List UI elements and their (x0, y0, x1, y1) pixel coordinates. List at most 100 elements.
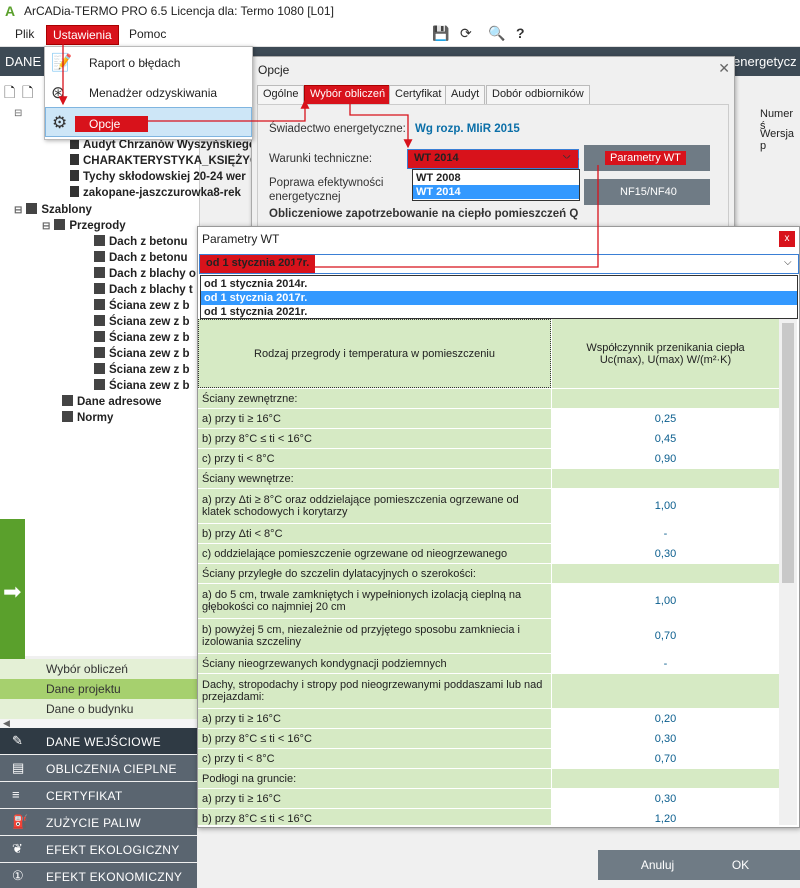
tree-item[interactable]: Dach z betonu (94, 235, 188, 248)
row-value[interactable]: 0,45 (552, 429, 779, 448)
row-value[interactable]: 0,90 (552, 449, 779, 468)
title-bar: A ArCADia-TERMO PRO 6.5 Licencja dla: Te… (0, 0, 800, 22)
nav-zuzycie-paliw[interactable]: ⛽ ZUŻYCIE PALIW (0, 809, 197, 835)
table-row: b) przy Δti < 8°C - (198, 524, 779, 544)
nav-dane-wejsciowe[interactable]: ✎ DANE WEJŚCIOWE (0, 728, 197, 754)
table-section-row: Dachy, stropodachy i stropy pod nieogrze… (198, 674, 779, 709)
warunki-select[interactable]: WT 2014 ⌵ (407, 149, 579, 169)
tree-item[interactable]: Ściana zew z b (94, 299, 190, 312)
row-label: Ściany wewnętrze: (198, 469, 551, 488)
close-icon[interactable]: x (779, 231, 795, 247)
option-wt2008[interactable]: WT 2008 (413, 171, 579, 185)
expand-panel-button[interactable]: ➡ (0, 519, 25, 667)
arrow-right-icon: ➡ (3, 579, 22, 604)
nav-certyfikat[interactable]: ≡ CERTYFIKAT (0, 782, 197, 808)
new-document-icon[interactable]: 🗋 (4, 82, 15, 106)
table-row: Ściany nieogrzewanych kondygnacji podzie… (198, 654, 779, 674)
parametry-wt-button[interactable]: Parametry WT (584, 145, 710, 171)
tree-item[interactable]: Ściana zew z b (94, 347, 190, 360)
tree-item[interactable]: Tychy skłodowskiej 20-24 wer (70, 170, 246, 183)
row-value[interactable]: 1,20 (552, 809, 779, 825)
opcje-dialog: Opcje ✕ Ogólne Wybór obliczeń Certyfikat… (251, 56, 735, 238)
ok-button[interactable]: OK (681, 850, 800, 880)
menu-item-raport[interactable]: 📝 Raport o błędach (45, 48, 250, 76)
row-value[interactable]: 0,30 (552, 544, 779, 563)
tree-item[interactable]: Dach z blachy o (94, 267, 196, 280)
menu-pomoc[interactable]: Pomoc (124, 26, 171, 42)
tree-node-szablony[interactable]: ⊟ Szablony (14, 203, 92, 216)
fuel-icon: ⛽ (12, 814, 29, 829)
menu-item-menadzer[interactable]: ⊛ Menadżer odzyskiwania (45, 78, 250, 106)
tree-item[interactable]: Ściana zew z b (94, 331, 190, 344)
tree-item[interactable]: Ściana zew z b (94, 379, 190, 392)
poprawa-label-line1: Poprawa efektywności (269, 177, 384, 189)
help-icon[interactable]: ? (516, 25, 525, 41)
tree-item[interactable]: Ściana zew z b (94, 315, 190, 328)
report-icon: 📝 (51, 53, 73, 72)
wall-icon (94, 363, 105, 374)
row-label: Podłogi na gruncie: (198, 769, 551, 788)
nav-efekt-ekologiczny[interactable]: ❦ EFEKT EKOLOGICZNY (0, 836, 197, 862)
collapse-icon[interactable]: ⊟ (14, 108, 22, 119)
preview-icon[interactable]: 🔍 (488, 25, 505, 42)
tree-node-dane-adresowe[interactable]: Dane adresowe (62, 395, 161, 408)
row-value (552, 469, 779, 488)
tree-node-przegrody[interactable]: ⊟ Przegrody (42, 219, 126, 232)
menu-ustawienia[interactable]: Ustawienia (46, 25, 119, 45)
row-value[interactable]: - (552, 654, 779, 673)
nav-obliczenia-cieplne[interactable]: ▤ OBLICZENIA CIEPLNE (0, 755, 197, 781)
wall-icon (94, 299, 105, 310)
menu-item-opcje[interactable]: ⚙ Opcje (45, 107, 252, 137)
option-2021[interactable]: od 1 stycznia 2021r. (201, 305, 797, 319)
close-icon[interactable]: ✕ (718, 60, 730, 77)
row-value[interactable]: 1,00 (552, 584, 779, 618)
save-icon[interactable]: 💾 (432, 25, 449, 42)
refresh-icon[interactable]: ⟳ (460, 25, 472, 42)
row-value (552, 564, 779, 583)
warunki-select-value: WT 2014 (414, 152, 459, 164)
subnav-wybor-obliczen[interactable]: Wybór obliczeń (0, 659, 197, 679)
tree-item[interactable]: Ściana zew z b (94, 363, 190, 376)
row-label: b) przy 8°C ≤ ti < 16°C (198, 809, 551, 825)
row-value[interactable]: 0,70 (552, 749, 779, 768)
table-row: c) przy ti < 8°C 0,90 (198, 449, 779, 469)
row-value[interactable]: 0,25 (552, 409, 779, 428)
subnav-dane-o-budynku[interactable]: Dane o budynku (0, 699, 197, 719)
open-document-icon[interactable]: 🗋 (22, 82, 33, 106)
norms-icon (62, 411, 73, 422)
tree-item[interactable]: CHARAKTERYSTYKA_KSIĘŻYCO (70, 154, 267, 167)
period-select[interactable]: od 1 stycznia 2017r. ⌵ (199, 254, 799, 274)
nf15-nf40-button[interactable]: NF15/NF40 (584, 179, 710, 205)
collapse-icon[interactable]: ⊟ (14, 205, 22, 216)
wall-icon (94, 235, 105, 246)
option-2014[interactable]: od 1 stycznia 2014r. (201, 277, 797, 291)
nav-efekt-ekonomiczny[interactable]: ① EFEKT EKONOMICZNY (0, 863, 197, 888)
row-value[interactable]: 0,30 (552, 729, 779, 748)
wersja-label: Wersja p (760, 128, 795, 152)
tree-item[interactable]: Dach z blachy t (94, 283, 193, 296)
menu-plik[interactable]: Plik (10, 26, 39, 42)
option-wt2014[interactable]: WT 2014 (413, 185, 579, 199)
row-label: b) przy 8°C ≤ ti < 16°C (198, 729, 551, 748)
wall-icon (94, 315, 105, 326)
row-value[interactable]: 0,30 (552, 789, 779, 808)
scrollbar-thumb[interactable] (782, 323, 794, 583)
row-value[interactable]: 0,70 (552, 619, 779, 653)
document-icon (70, 170, 79, 181)
row-value[interactable]: - (552, 524, 779, 543)
tree-item[interactable]: Dach z betonu (94, 251, 188, 264)
collapse-icon[interactable]: ⊟ (42, 221, 50, 232)
subnav-dane-projektu[interactable]: Dane projektu (0, 679, 197, 699)
warunki-label: Warunki techniczne: (269, 153, 373, 165)
calculation-icon: ▤ (12, 760, 25, 775)
tree-item[interactable]: zakopane-jaszczurowka8-rek (70, 186, 241, 199)
wall-icon (94, 379, 105, 390)
window-title: ArCADia-TERMO PRO 6.5 Licencja dla: Term… (24, 4, 334, 18)
tree-node-normy[interactable]: Normy (62, 411, 113, 424)
wall-icon (94, 267, 105, 278)
row-value[interactable]: 0,20 (552, 709, 779, 728)
chevron-down-icon: ⌵ (563, 151, 571, 162)
table-row: b) przy 8°C ≤ ti < 16°C 0,45 (198, 429, 779, 449)
option-2017[interactable]: od 1 stycznia 2017r. (201, 291, 797, 305)
row-value[interactable]: 1,00 (552, 489, 779, 523)
